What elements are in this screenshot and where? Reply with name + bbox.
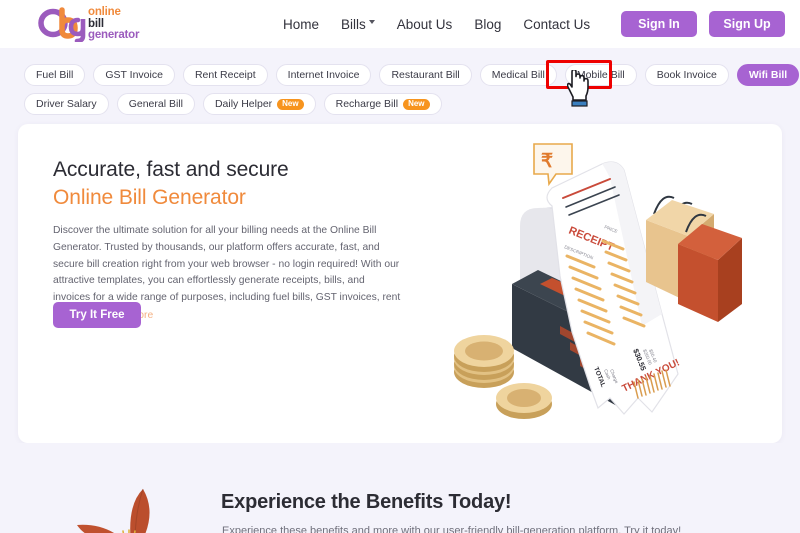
chip-label: Mobile Bill — [576, 69, 625, 81]
nav-item-about-us[interactable]: About Us — [397, 17, 453, 32]
benefits-heading: Experience the Benefits Today! — [221, 491, 512, 513]
hero-heading-line1: Accurate, fast and secure — [53, 158, 289, 181]
logo-text-online: online — [88, 6, 121, 18]
logo-text-generator: generator — [88, 29, 140, 42]
chip-row-primary: Fuel Bill GST Invoice Rent Receipt Internet… — [24, 64, 800, 86]
hero-illustration: ₹ RECEIPT DESCRIPTION PRICE TOTAL Cash C… — [442, 136, 772, 436]
hero-card: Accurate, fast and secure Online Bill Ge… — [18, 124, 782, 443]
site-header: online bill generator Home Bills About U… — [0, 0, 800, 48]
sign-in-button[interactable]: Sign In — [621, 11, 697, 37]
chip-restaurant-bill[interactable]: Restaurant Bill — [379, 64, 472, 86]
hero-heading: Accurate, fast and secure Online Bill Ge… — [53, 156, 401, 211]
nav-item-bills[interactable]: Bills — [341, 17, 375, 32]
sign-up-button[interactable]: Sign Up — [709, 11, 785, 37]
chip-label: Internet Invoice — [287, 69, 360, 81]
chip-row-secondary: Driver Salary General Bill Daily Helper New… — [24, 93, 776, 115]
nav-label-bills: Bills — [341, 16, 366, 32]
chip-new-badge: New — [403, 98, 430, 110]
main-navigation: Home Bills About Us Blog Contact Us — [283, 0, 590, 48]
try-it-free-button[interactable]: Try It Free — [53, 302, 141, 328]
chip-label: Book Invoice — [656, 69, 717, 81]
hero-text-block: Accurate, fast and secure Online Bill Ge… — [53, 156, 401, 324]
chip-gst-invoice[interactable]: GST Invoice — [93, 64, 175, 86]
leaf-decoration-icon — [55, 483, 175, 533]
chip-label: Wifi Bill — [748, 69, 788, 81]
chip-label: Daily Helper — [214, 98, 273, 110]
chip-recharge-bill[interactable]: Recharge Bill New — [323, 93, 442, 115]
nav-item-home[interactable]: Home — [283, 17, 319, 32]
chip-rent-receipt[interactable]: Rent Receipt — [182, 64, 268, 86]
page-root: online bill generator Home Bills About U… — [0, 0, 800, 533]
chevron-down-icon — [368, 20, 375, 24]
chip-label: GST Invoice — [105, 69, 163, 81]
chip-daily-helper[interactable]: Daily Helper New — [202, 93, 316, 115]
chip-label: Fuel Bill — [36, 69, 74, 81]
chip-general-bill[interactable]: General Bill — [116, 93, 195, 115]
benefits-paragraph: Experience these benefits and more with … — [222, 525, 682, 533]
nav-label-contact-us: Contact Us — [523, 16, 591, 32]
chip-label: Driver Salary — [36, 98, 97, 110]
bill-type-chip-bar: Fuel Bill GST Invoice Rent Receipt Internet… — [0, 56, 800, 122]
svg-text:₹: ₹ — [541, 151, 553, 172]
site-logo[interactable]: online bill generator — [38, 6, 140, 44]
chip-new-badge: New — [277, 98, 304, 110]
chip-fuel-bill[interactable]: Fuel Bill — [24, 64, 86, 86]
chip-internet-invoice[interactable]: Internet Invoice — [275, 64, 372, 86]
chip-label: Rent Receipt — [194, 69, 256, 81]
chip-label: Medical Bill — [491, 69, 545, 81]
chip-book-invoice[interactable]: Book Invoice — [644, 64, 729, 86]
nav-label-home: Home — [283, 16, 320, 32]
chip-driver-salary[interactable]: Driver Salary — [24, 93, 109, 115]
benefits-section: Experience the Benefits Today! Experienc… — [0, 443, 800, 533]
chip-wifi-bill[interactable]: Wifi Bill — [736, 64, 800, 86]
chip-medical-bill[interactable]: Medical Bill — [479, 64, 557, 86]
logo-mark-icon — [38, 6, 90, 44]
shopping-bags-illustration — [646, 195, 742, 322]
nav-item-blog[interactable]: Blog — [474, 17, 501, 32]
currency-bubble-icon: ₹ — [533, 143, 573, 187]
nav-label-about-us: About Us — [396, 16, 453, 32]
nav-item-contact-us[interactable]: Contact Us — [523, 17, 590, 32]
chip-label: Restaurant Bill — [391, 69, 460, 81]
auth-button-group: Sign In Sign Up — [621, 11, 785, 37]
nav-label-blog: Blog — [474, 16, 502, 32]
hero-heading-line2: Online Bill Generator — [53, 185, 246, 209]
chip-mobile-bill[interactable]: Mobile Bill — [564, 64, 637, 86]
chip-label: General Bill — [128, 98, 183, 110]
chip-label: Recharge Bill — [335, 98, 399, 110]
